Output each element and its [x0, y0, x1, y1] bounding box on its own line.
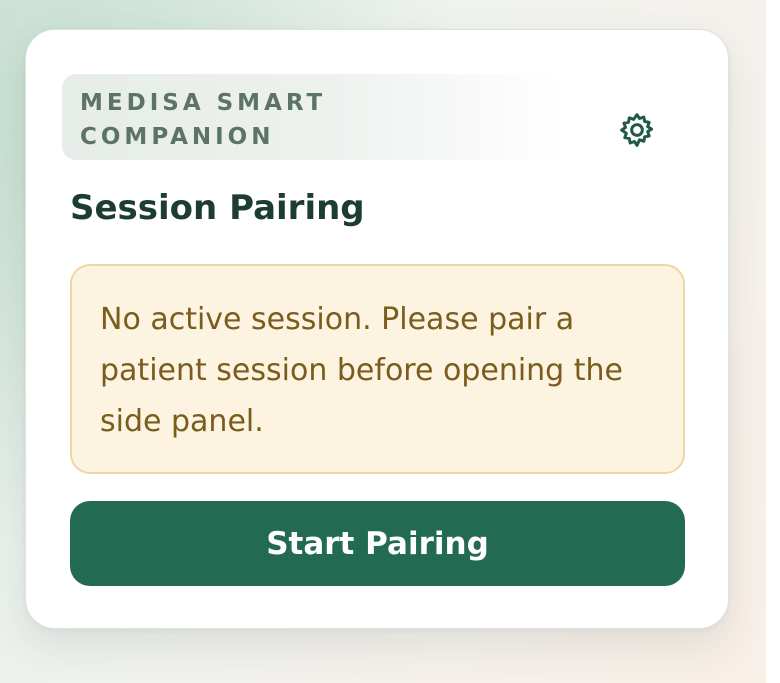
window-edge-strip [766, 0, 780, 683]
no-session-notice: No active session. Please pair a patient… [70, 264, 685, 474]
brand-header-pill: MEDISA SMART COMPANION [62, 74, 562, 160]
start-pairing-button[interactable]: Start Pairing [70, 501, 685, 586]
side-panel-card: MEDISA SMART COMPANION Session Pairing N… [25, 29, 729, 629]
notice-message: No active session. Please pair a patient… [100, 302, 623, 439]
page-title: Session Pairing [70, 188, 365, 228]
gear-icon [620, 113, 653, 147]
settings-button[interactable] [609, 102, 665, 158]
brand-name: MEDISA SMART COMPANION [80, 90, 327, 150]
